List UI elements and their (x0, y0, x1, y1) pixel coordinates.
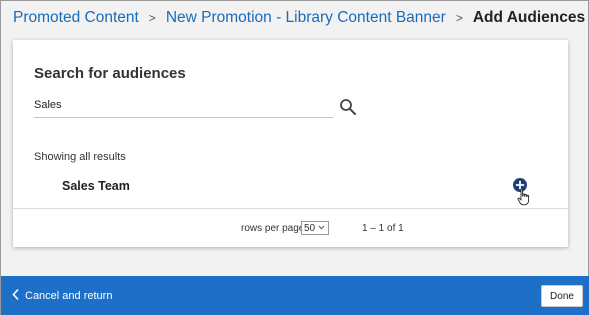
chevron-left-icon (12, 289, 19, 303)
breadcrumb-link-promoted-content[interactable]: Promoted Content (13, 9, 139, 27)
breadcrumb: Promoted Content > New Promotion - Libra… (13, 9, 585, 27)
search-input[interactable] (34, 96, 333, 118)
breadcrumb-separator: > (148, 11, 156, 25)
list-item: Sales Team (13, 169, 568, 209)
search-card: Search for audiences Showing all results… (13, 40, 568, 247)
footer-bar: Cancel and return Done (1, 276, 589, 315)
rows-per-page-label: rows per page (241, 223, 305, 234)
audience-name: Sales Team (62, 179, 130, 193)
hand-pointer-icon (517, 188, 531, 206)
chevron-down-icon (318, 224, 325, 233)
pagination: rows per page 50 1 – 1 of 1 (13, 220, 568, 236)
breadcrumb-separator: > (455, 11, 463, 25)
cancel-label: Cancel and return (25, 290, 113, 302)
breadcrumb-link-new-promotion[interactable]: New Promotion - Library Content Banner (166, 9, 446, 27)
results-status: Showing all results (34, 151, 126, 163)
rows-per-page-value: 50 (304, 222, 316, 234)
rows-per-page-select[interactable]: 50 (301, 221, 329, 235)
search-card-title: Search for audiences (34, 65, 186, 82)
pagination-range: 1 – 1 of 1 (362, 223, 404, 234)
cancel-and-return-link[interactable]: Cancel and return (12, 289, 112, 303)
done-button[interactable]: Done (541, 285, 583, 307)
page-title: Add Audiences (472, 9, 586, 26)
search-icon[interactable] (339, 98, 357, 116)
